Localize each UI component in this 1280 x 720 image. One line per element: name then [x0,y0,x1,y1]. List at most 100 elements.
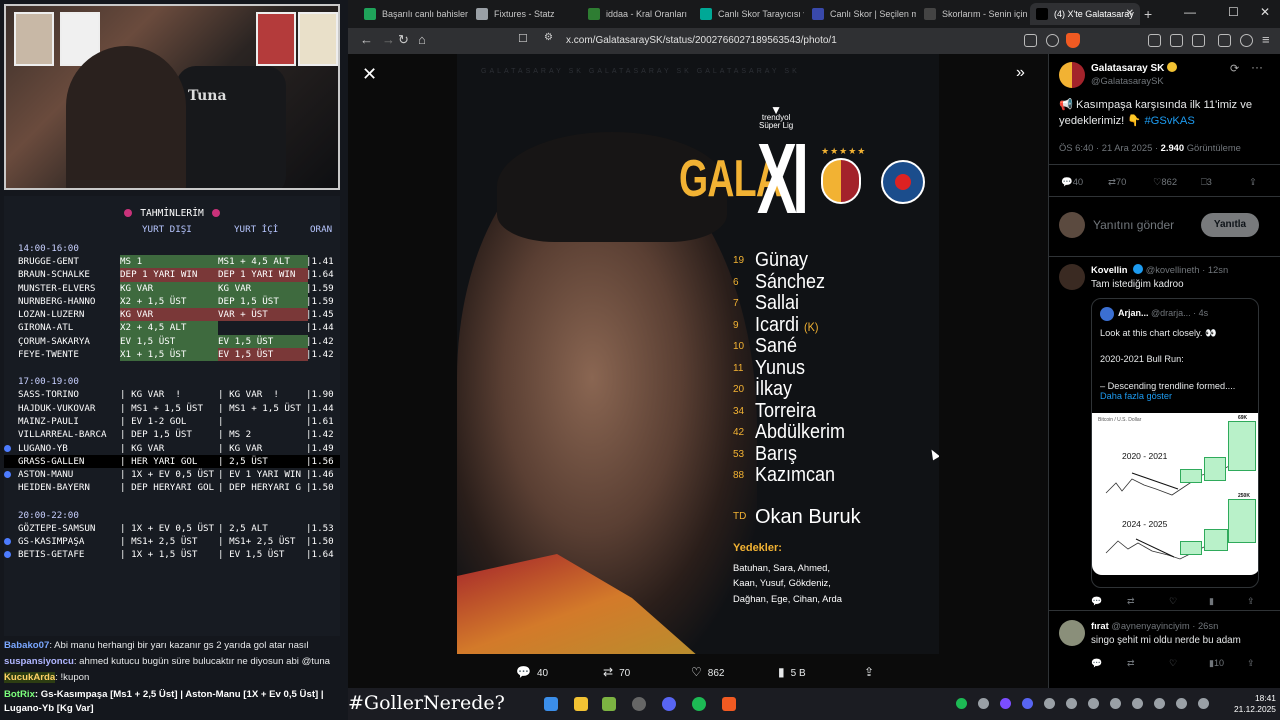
bookmark-icon[interactable]: ☐ [518,32,528,45]
maximize-button[interactable]: ☐ [1228,5,1239,19]
browser-tab[interactable]: iddaa - Kral Oranları [582,3,692,25]
match-name: BETIS-GETAFE [18,549,85,561]
share-icon[interactable]: ⇪ [1247,596,1255,607]
reply-author[interactable]: Kovellin @kovellineth · 12sn [1091,264,1228,275]
share-icon[interactable] [1046,34,1059,47]
photo-share-button[interactable]: ⇪ [864,665,880,679]
reply-author[interactable]: fırat @aynenyayinciyim · 26sn [1091,620,1218,631]
show-more-link[interactable]: Daha fazla göster [1100,391,1172,401]
more-options-icon[interactable]: ··· [1251,60,1263,74]
tray-icon[interactable] [1000,698,1011,709]
repost-icon[interactable]: ⇄ [1127,596,1135,607]
player-name-text: Abdülkerim [755,421,846,443]
repost-button[interactable]: ⇄ 70 [1108,176,1126,188]
quoted-tweet[interactable]: Arjan... @drarja... · 4s Look at this ch… [1091,298,1259,588]
tray-icon[interactable] [1066,698,1077,709]
browser-tab[interactable]: Skorlarım - Senin için [918,3,1028,25]
share-button[interactable]: ⇪ [1249,176,1257,188]
gaming-chair: Tuna [176,66,286,188]
discord-icon[interactable] [662,697,676,711]
site-info-icon[interactable]: ⚙ [544,32,553,43]
close-tab-icon[interactable]: ✕ [1126,3,1134,25]
reply-submit-button[interactable]: Yanıtla [1201,213,1259,237]
reply-avatar[interactable] [1059,264,1085,290]
share-icon[interactable]: ⇪ [1247,658,1255,669]
close-photo-button[interactable]: ✕ [362,64,377,85]
tray-icon[interactable] [1088,698,1099,709]
brave-icon[interactable] [722,697,736,711]
home-button[interactable]: ⌂ [418,32,426,47]
reply-icon[interactable]: 💬 [1091,596,1102,607]
pick-away: EV 1,5 ÜST [120,334,218,349]
chat-username[interactable]: Babako07 [4,640,49,651]
tweet-timestamp[interactable]: ÖS 6:40 · 21 Ara 2025 · [1059,142,1161,153]
chat-username[interactable]: BotRix [4,689,35,700]
close-window-button[interactable]: ✕ [1260,5,1270,19]
odds: |1.59 [306,282,334,294]
collapse-sidebar-button[interactable]: » [1016,64,1025,82]
repost-icon[interactable]: ⇄ [1127,658,1135,669]
grok-icon[interactable]: ⟳ [1230,62,1239,75]
system-clock[interactable]: 18:41 21.12.2025 [1234,693,1276,715]
sidebar-icon[interactable] [1218,34,1231,47]
views-icon[interactable]: ▮ [1209,596,1214,607]
notepad-icon[interactable] [602,697,616,711]
tray-spotify-icon[interactable] [956,698,967,709]
puzzle-icon[interactable] [1170,34,1183,47]
views-icon[interactable]: ▮ 10 [1209,658,1224,669]
tweet-meta: ÖS 6:40 · 21 Ara 2025 · 2.940 Görüntülem… [1059,142,1241,153]
browser-tab[interactable]: (4) X'te Galatasaray ✕ [1030,3,1140,25]
chart-label: 2024 - 2025 [1122,519,1168,529]
chat-username[interactable]: KucukArda [4,672,56,683]
reload-button[interactable]: ↻ [398,32,409,48]
file-explorer-icon[interactable] [574,697,588,711]
chart-box [1204,529,1228,551]
spotify-icon[interactable] [692,697,706,711]
pick-away: KG VAR [120,308,218,322]
download-icon[interactable] [1192,34,1205,47]
tweet-hashtag[interactable]: #GSvKAS [1144,115,1194,127]
bookmark-button[interactable]: ⎕ 3 [1201,176,1212,188]
clock-date: 21.12.2025 [1234,704,1276,714]
heart-icon[interactable]: ♡ [1169,658,1177,669]
photo-views-button[interactable]: ▮ 5 B [778,665,806,679]
chat-username[interactable]: suspansiyoncu [4,656,74,667]
prediction-row: GS-KASIMPAŞA | MS1+ 2,5 ÜST | MS1+ 2,5 ÜST… [4,535,340,548]
tray-icon[interactable] [978,698,989,709]
wallet-icon[interactable] [1240,34,1253,47]
new-tab-button[interactable]: + [1144,3,1152,25]
photo-reply-button[interactable]: 💬 40 [516,665,548,679]
galatasaray-avatar[interactable] [1059,62,1085,88]
heart-icon[interactable]: ♡ [1169,596,1177,607]
browser-tab[interactable]: Fixtures - Statz [470,3,580,25]
browser-tab[interactable]: Canlı Skor Tarayıcısı ve [694,3,804,25]
photo-repost-button[interactable]: ⇄ 70 [603,665,630,679]
author-handle[interactable]: @GalatasaraySK [1091,75,1164,86]
tray-icon[interactable] [1110,698,1121,709]
back-button[interactable]: ← [360,32,373,47]
tray-icon[interactable] [1044,698,1055,709]
browser-tab[interactable]: Canlı Skor | Seçilen ma [806,3,916,25]
like-button[interactable]: ♡ 862 [1153,176,1177,188]
reply-icon[interactable]: 💬 [1091,658,1102,669]
reply-button[interactable]: 💬 40 [1061,176,1083,188]
tab-label: Fixtures - Statz [494,9,555,19]
battery-icon[interactable] [1198,698,1209,709]
minimize-button[interactable]: — [1184,5,1196,19]
author-name[interactable]: Galatasaray SK [1091,62,1178,74]
volume-icon[interactable] [1176,698,1187,709]
brave-shield-icon[interactable] [1066,33,1080,48]
browser-tab[interactable]: Başarılı canlı bahisler k [358,3,468,25]
tray-discord-icon[interactable] [1022,698,1033,709]
cast-icon[interactable] [1024,34,1037,47]
start-icon[interactable] [544,697,558,711]
tray-icon[interactable] [1132,698,1143,709]
photo-like-button[interactable]: ♡ 862 [691,665,724,679]
forward-button[interactable]: → [382,32,395,47]
obs-icon[interactable] [632,697,646,711]
reply-input[interactable]: Yanıtını gönder [1093,218,1174,232]
extensions-icon[interactable] [1148,34,1161,47]
menu-icon[interactable]: ≡ [1262,32,1270,47]
wifi-icon[interactable] [1154,698,1165,709]
reply-avatar[interactable] [1059,620,1085,646]
